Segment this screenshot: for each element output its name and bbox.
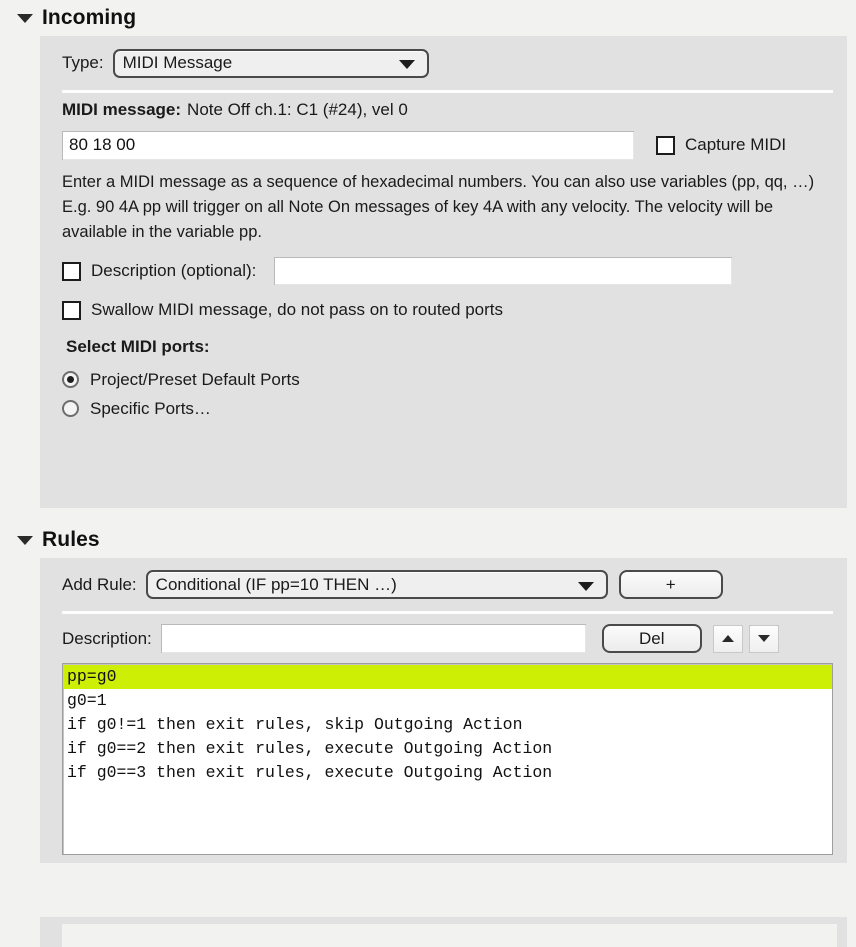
add-rule-button[interactable]: + <box>618 570 723 599</box>
add-rule-select[interactable]: Conditional (IF pp=10 THEN …) <box>145 570 608 599</box>
chevron-down-icon[interactable] <box>17 14 33 23</box>
delete-rule-button[interactable]: Del <box>601 624 702 653</box>
select-ports-row: Select MIDI ports: <box>40 329 847 365</box>
chevron-down-icon[interactable] <box>398 60 415 69</box>
rules-section-title: Rules <box>42 528 100 551</box>
rules-list[interactable]: pp=g0 g0=1 if g0!=1 then exit rules, ski… <box>62 663 833 855</box>
swallow-row: Swallow MIDI message, do not pass on to … <box>40 291 847 329</box>
midi-message-decoded: Note Off ch.1: C1 (#24), vel 0 <box>187 99 408 119</box>
rules-bottom-strip-inner <box>62 924 837 947</box>
rules-list-item[interactable]: if g0==3 then exit rules, execute Outgoi… <box>63 761 832 785</box>
add-rule-button-label: + <box>665 574 676 594</box>
incoming-section-title: Incoming <box>42 6 137 29</box>
description-input[interactable] <box>274 257 733 285</box>
rules-section: Rules Add Rule: Conditional (IF pp=10 TH… <box>0 522 856 947</box>
select-ports-label: Select MIDI ports: <box>66 337 210 356</box>
rules-bottom-strip <box>40 917 847 947</box>
description-label: Description (optional): <box>91 261 257 280</box>
capture-midi-checkbox[interactable] <box>656 135 675 155</box>
add-rule-row: Add Rule: Conditional (IF pp=10 THEN …) … <box>40 558 847 611</box>
type-select[interactable]: MIDI Message <box>112 48 429 78</box>
type-row: Type: MIDI Message <box>40 36 847 90</box>
add-rule-label: Add Rule: <box>62 574 137 594</box>
description-row: Description (optional): <box>40 251 847 291</box>
rule-description-label: Description: <box>62 628 152 648</box>
incoming-section: Incoming Type: MIDI Message MIDI message… <box>0 0 856 508</box>
swallow-label: Swallow MIDI message, do not pass on to … <box>91 300 503 319</box>
midi-message-label: MIDI message: <box>62 99 182 119</box>
capture-midi-label: Capture MIDI <box>685 135 787 154</box>
incoming-panel: Type: MIDI Message MIDI message: Note Of… <box>40 36 847 508</box>
rule-description-row: Description: Del <box>40 614 847 663</box>
delete-rule-button-label: Del <box>639 628 665 648</box>
radio-default-ports-label: Project/Preset Default Ports <box>90 369 300 389</box>
midi-help-text: Enter a MIDI message as a sequence of he… <box>62 173 815 241</box>
rules-list-item[interactable]: g0=1 <box>63 689 832 713</box>
radio-default-ports-control[interactable] <box>62 371 79 388</box>
description-checkbox[interactable] <box>62 261 81 281</box>
midi-message-row: MIDI message: Note Off ch.1: C1 (#24), v… <box>40 93 847 126</box>
rules-panel: Add Rule: Conditional (IF pp=10 THEN …) … <box>40 558 847 863</box>
midi-hex-input[interactable]: 80 18 00 <box>62 130 634 160</box>
type-select-value: MIDI Message <box>122 53 233 72</box>
add-rule-select-value: Conditional (IF pp=10 THEN …) <box>155 574 397 594</box>
rules-list-item[interactable]: if g0==2 then exit rules, execute Outgoi… <box>63 737 832 761</box>
rules-list-item[interactable]: if g0!=1 then exit rules, skip Outgoing … <box>63 713 832 737</box>
rule-description-input[interactable] <box>160 624 586 653</box>
swallow-checkbox[interactable] <box>62 300 81 320</box>
rules-list-item[interactable]: pp=g0 <box>63 665 832 689</box>
move-rule-up-button[interactable] <box>712 624 743 653</box>
radio-specific-ports[interactable]: Specific Ports… <box>40 394 847 423</box>
radio-specific-ports-label: Specific Ports… <box>90 398 211 418</box>
chevron-down-icon[interactable] <box>577 581 594 591</box>
incoming-section-header[interactable]: Incoming <box>0 0 856 36</box>
midi-hex-input-value: 80 18 00 <box>69 135 136 154</box>
radio-default-ports[interactable]: Project/Preset Default Ports <box>40 365 847 394</box>
rules-section-header[interactable]: Rules <box>0 522 856 558</box>
midi-hex-row: 80 18 00 Capture MIDI <box>40 126 847 164</box>
chevron-down-icon[interactable] <box>17 536 33 545</box>
arrow-up-icon <box>721 635 734 642</box>
arrow-down-icon <box>757 635 770 642</box>
move-rule-down-button[interactable] <box>748 624 779 653</box>
radio-specific-ports-control[interactable] <box>62 400 79 417</box>
type-label: Type: <box>62 53 104 72</box>
